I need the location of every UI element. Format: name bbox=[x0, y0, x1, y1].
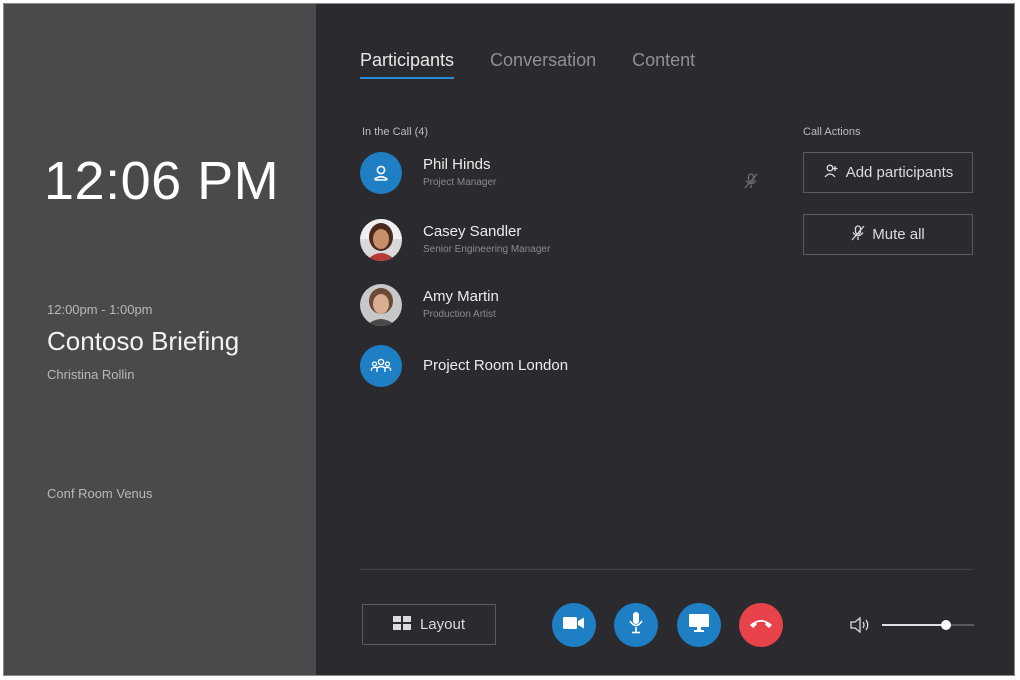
avatar-photo bbox=[360, 284, 402, 326]
mute-all-label: Mute all bbox=[872, 226, 925, 243]
mic-off-icon bbox=[851, 224, 865, 245]
layout-label: Layout bbox=[419, 616, 466, 633]
mic-muted-icon bbox=[742, 172, 760, 195]
room-name: Conf Room Venus bbox=[47, 486, 153, 501]
participant-row[interactable]: Project Room London bbox=[360, 343, 760, 389]
hang-up-button[interactable] bbox=[739, 603, 783, 647]
participant-role: Production Artist bbox=[423, 309, 496, 320]
clock: 12:06 PM bbox=[44, 151, 280, 211]
meeting-time: 12:00pm - 1:00pm bbox=[47, 302, 153, 317]
participant-row[interactable]: Casey Sandler Senior Engineering Manager bbox=[360, 217, 760, 263]
speaker-icon[interactable] bbox=[850, 616, 872, 639]
add-person-icon bbox=[823, 163, 839, 183]
room-icon bbox=[360, 345, 402, 387]
participant-name: Phil Hinds bbox=[423, 156, 491, 173]
volume-knob[interactable] bbox=[941, 620, 951, 630]
call-panel: Participants Conversation Content In the… bbox=[316, 4, 1014, 675]
meeting-info-panel: 12:06 PM 12:00pm - 1:00pm Contoso Briefi… bbox=[4, 4, 316, 675]
tab-bar: Participants Conversation Content bbox=[360, 50, 695, 79]
mute-all-button[interactable]: Mute all bbox=[803, 214, 973, 255]
tab-content[interactable]: Content bbox=[632, 50, 695, 79]
layout-grid-icon bbox=[392, 615, 411, 634]
microphone-icon bbox=[629, 611, 643, 639]
tab-participants[interactable]: Participants bbox=[360, 50, 455, 79]
participant-role: Project Manager bbox=[423, 177, 497, 188]
add-participants-label: Add participants bbox=[845, 164, 954, 181]
meeting-organizer: Christina Rollin bbox=[47, 367, 135, 382]
video-button[interactable] bbox=[552, 603, 596, 647]
layout-button[interactable]: Layout bbox=[362, 604, 496, 645]
divider bbox=[360, 569, 973, 570]
share-screen-button[interactable] bbox=[677, 603, 721, 647]
tab-conversation[interactable]: Conversation bbox=[490, 50, 596, 79]
participant-row[interactable]: Amy Martin Production Artist bbox=[360, 282, 760, 328]
volume-fill bbox=[882, 624, 946, 626]
participant-row[interactable]: Phil Hinds Project Manager bbox=[360, 150, 760, 196]
video-camera-icon bbox=[563, 616, 585, 635]
volume-slider[interactable] bbox=[882, 620, 974, 630]
person-icon bbox=[360, 152, 402, 194]
call-actions-label: Call Actions bbox=[803, 126, 861, 138]
participant-role: Senior Engineering Manager bbox=[423, 244, 551, 255]
hang-up-icon bbox=[749, 616, 773, 634]
avatar-photo bbox=[360, 219, 402, 261]
microphone-button[interactable] bbox=[614, 603, 658, 647]
participant-name: Project Room London bbox=[423, 357, 569, 374]
participant-name: Casey Sandler bbox=[423, 223, 522, 240]
participant-name: Amy Martin bbox=[423, 288, 499, 305]
meeting-room-window: 12:06 PM 12:00pm - 1:00pm Contoso Briefi… bbox=[3, 3, 1015, 676]
add-participants-button[interactable]: Add participants bbox=[803, 152, 973, 193]
monitor-icon bbox=[689, 613, 709, 637]
in-call-label: In the Call (4) bbox=[362, 126, 429, 138]
meeting-title: Contoso Briefing bbox=[47, 326, 240, 356]
